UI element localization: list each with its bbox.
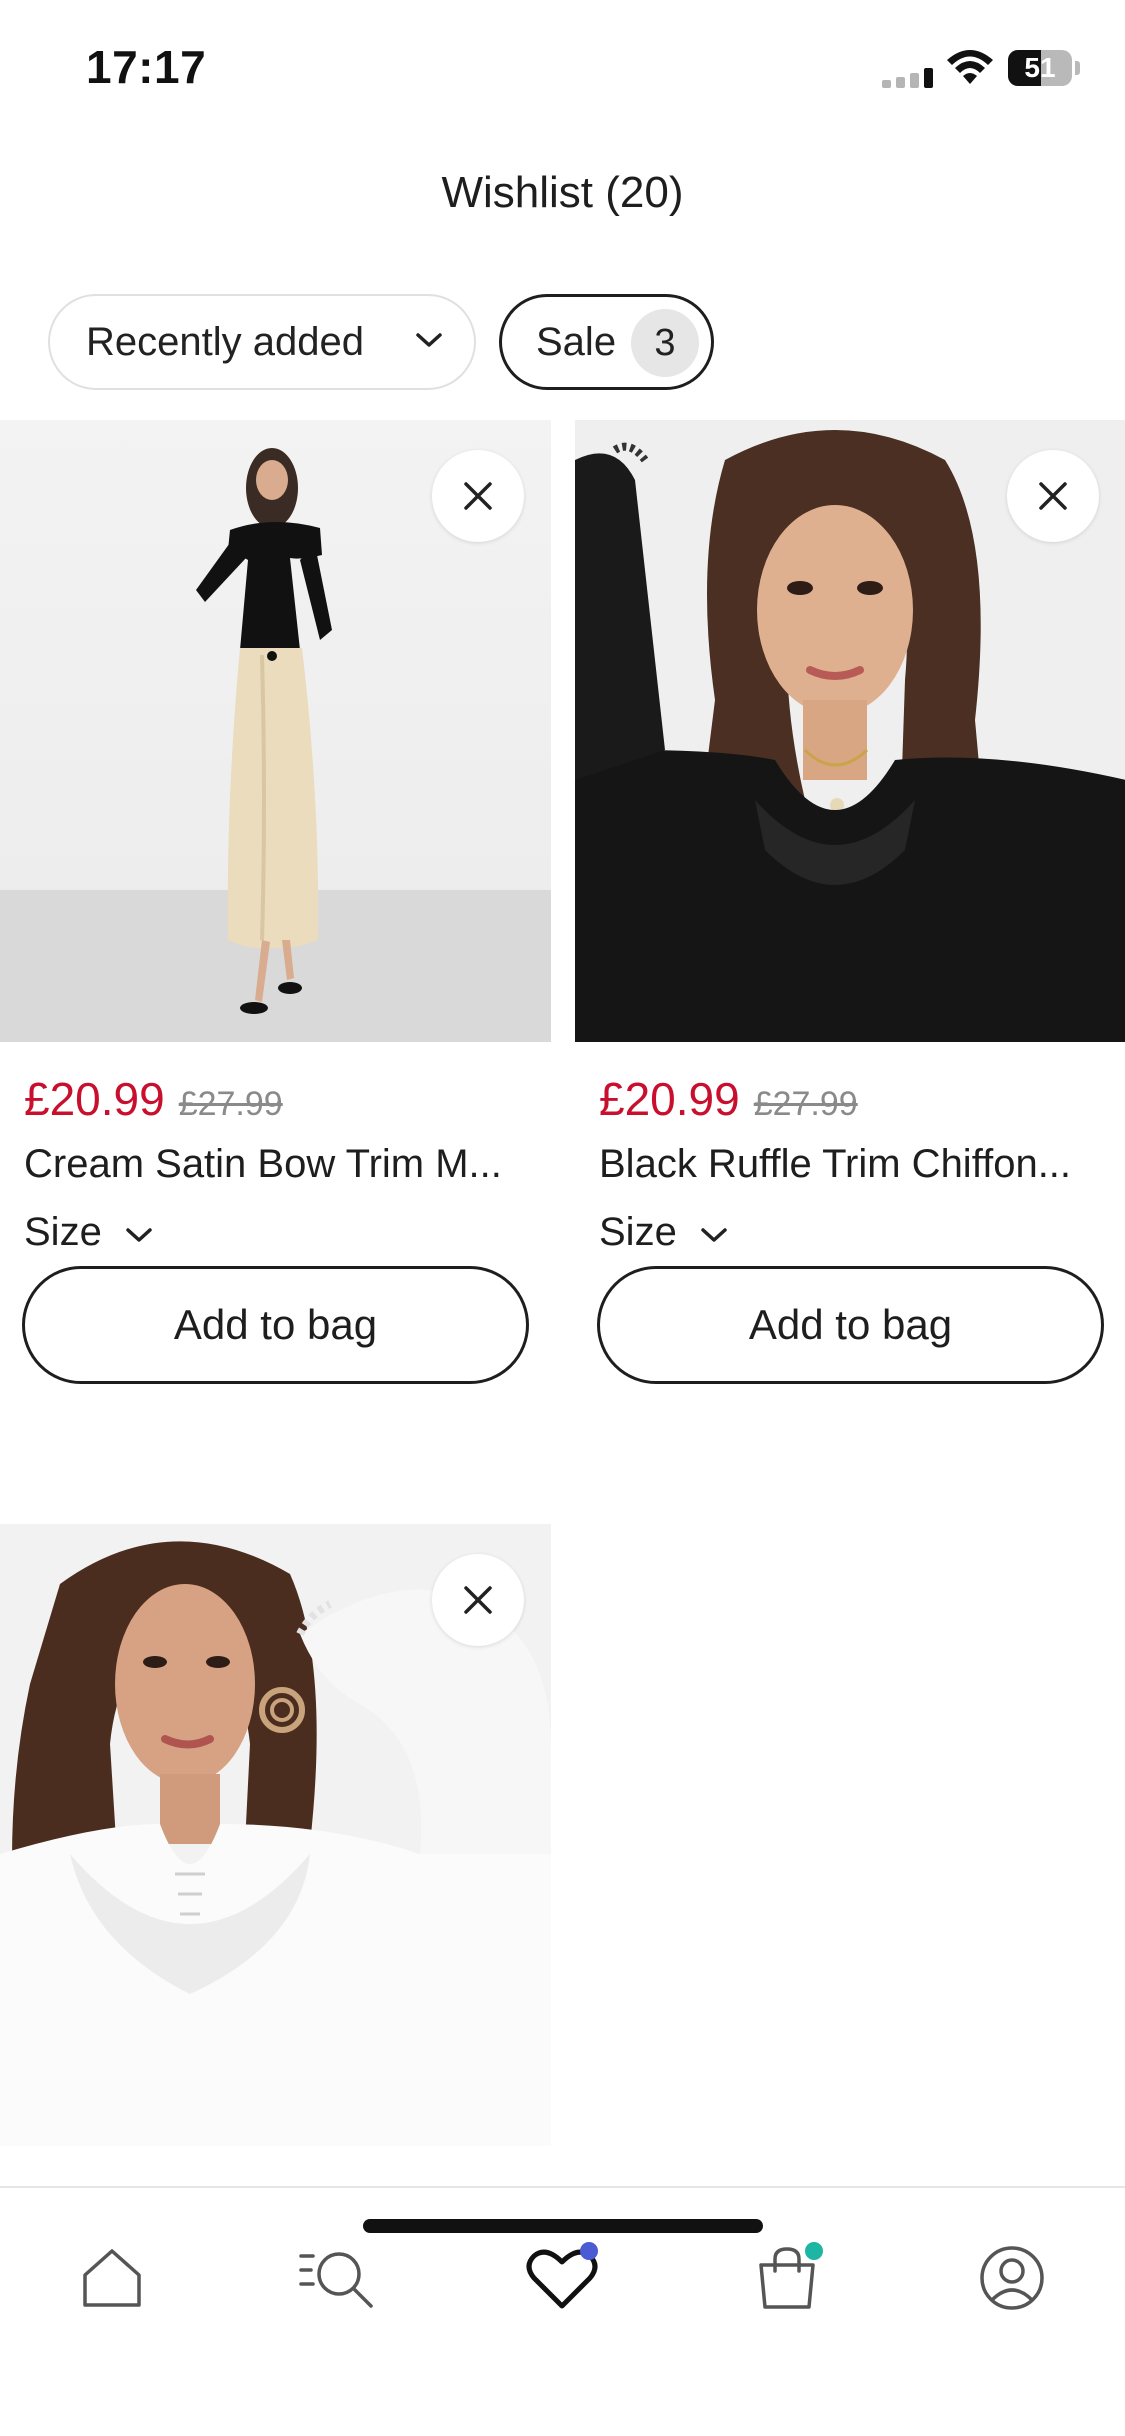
search-list-icon xyxy=(299,2252,373,2308)
size-label: Size xyxy=(24,1210,102,1254)
product-name[interactable]: Cream Satin Bow Trim M... xyxy=(24,1142,544,1187)
remove-from-wishlist-button[interactable] xyxy=(1007,450,1099,542)
was-price: £27.99 xyxy=(753,1085,858,1123)
product-card[interactable] xyxy=(0,1524,551,2146)
status-bar: 17:17 51 xyxy=(0,0,1125,140)
battery-body: 51 xyxy=(1008,50,1072,86)
was-price: £27.99 xyxy=(178,1085,283,1123)
sale-filter-chip[interactable]: Sale 3 xyxy=(499,294,714,390)
add-to-bag-button[interactable]: Add to bag xyxy=(22,1266,529,1384)
battery-level: 51 xyxy=(1024,52,1056,83)
cellular-signal-icon xyxy=(882,68,933,88)
home-icon xyxy=(83,2249,141,2307)
size-label: Size xyxy=(599,1210,677,1254)
wifi-icon xyxy=(947,50,993,84)
sale-count-badge: 3 xyxy=(631,309,699,377)
chevron-down-icon xyxy=(701,1227,727,1242)
nav-bag[interactable] xyxy=(737,2228,837,2328)
bag-notification-dot xyxy=(805,2242,823,2260)
chevron-down-icon xyxy=(126,1227,152,1242)
nav-account[interactable] xyxy=(962,2228,1062,2328)
battery-cap xyxy=(1075,61,1080,75)
sort-dropdown[interactable]: Recently added xyxy=(48,294,476,390)
wishlist-notification-dot xyxy=(580,2242,598,2260)
remove-from-wishlist-button[interactable] xyxy=(432,1554,524,1646)
account-icon xyxy=(980,2246,1044,2310)
close-icon xyxy=(1039,482,1067,510)
size-dropdown[interactable]: Size xyxy=(599,1210,729,1255)
status-time: 17:17 xyxy=(86,41,207,93)
add-to-bag-button[interactable]: Add to bag xyxy=(597,1266,1104,1384)
close-icon xyxy=(464,482,492,510)
nav-search[interactable] xyxy=(287,2228,387,2328)
remove-from-wishlist-button[interactable] xyxy=(432,450,524,542)
close-icon xyxy=(464,1586,492,1614)
price-row: £20.99 £27.99 xyxy=(599,1072,858,1126)
nav-wishlist[interactable] xyxy=(512,2228,612,2328)
sale-price: £20.99 xyxy=(599,1073,740,1125)
sale-price: £20.99 xyxy=(24,1073,165,1125)
sale-label: Sale xyxy=(536,319,617,364)
price-row: £20.99 £27.99 xyxy=(24,1072,283,1126)
battery-icon: 51 xyxy=(1008,50,1080,86)
size-dropdown[interactable]: Size xyxy=(24,1210,154,1255)
nav-home[interactable] xyxy=(62,2228,162,2328)
wishlist-screen: 17:17 51 Wishlist (20) Recently added Sa… xyxy=(0,0,1125,2436)
chevron-down-icon xyxy=(416,333,442,347)
home-indicator[interactable] xyxy=(363,2219,763,2233)
page-title: Wishlist (20) xyxy=(441,168,684,217)
sort-label: Recently added xyxy=(86,319,364,364)
product-name[interactable]: Black Ruffle Trim Chiffon... xyxy=(599,1142,1119,1187)
